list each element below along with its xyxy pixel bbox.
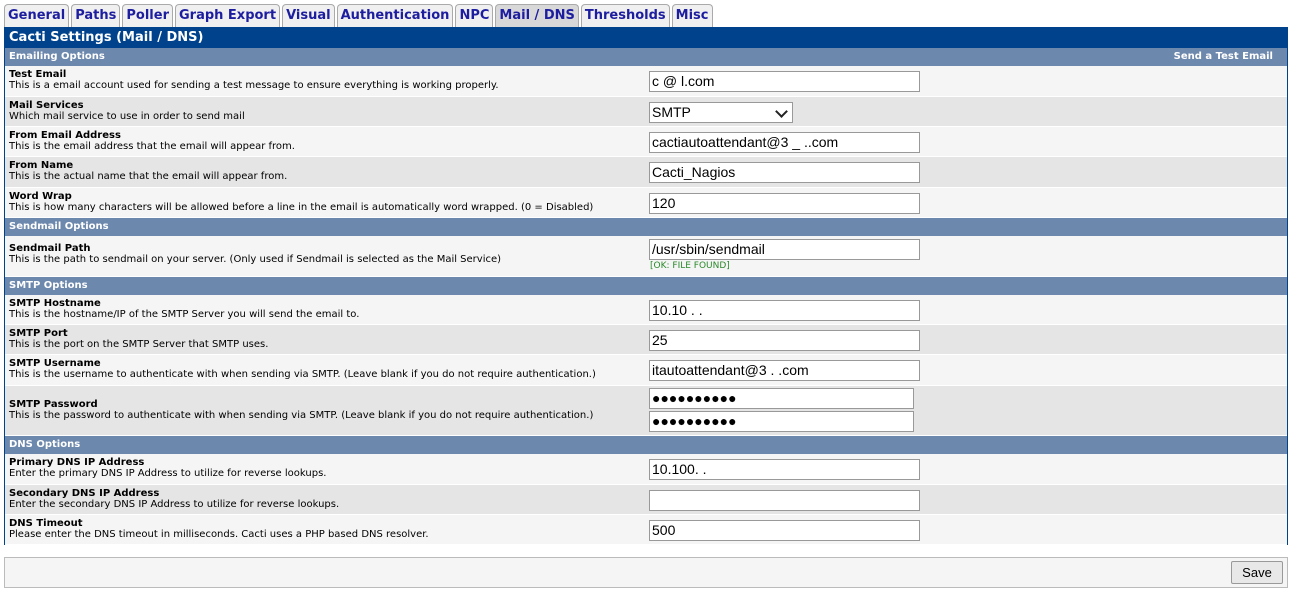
setting-row-dns-primary: Primary DNS IP Address Enter the primary … [5, 454, 1287, 485]
tab-visual[interactable]: Visual [282, 4, 335, 27]
field-description: Enter the secondary DNS IP Address to ut… [9, 499, 340, 510]
setting-row-dns-timeout: DNS Timeout Please enter the DNS timeout … [5, 515, 1287, 545]
tab-poller[interactable]: Poller [122, 4, 173, 27]
setting-label: SMTP Port This is the port on the SMTP Se… [9, 328, 268, 350]
field-description: This is the port on the SMTP Server that… [9, 339, 269, 350]
setting-row-dns-secondary: Secondary DNS IP Address Enter the second… [5, 485, 1287, 515]
setting-row-word-wrap: Word Wrap This is how many characters wil… [5, 188, 1287, 218]
section-smtp: SMTP Options [5, 277, 1287, 295]
setting-label: Secondary DNS IP Address Enter the second… [9, 488, 339, 510]
dns-secondary-input[interactable] [649, 489, 920, 511]
section-emailing: Emailing Options Send a Test Email [5, 48, 1287, 66]
file-status: [OK: FILE FOUND] [650, 261, 730, 271]
settings-panel: Cacti Settings (Mail / DNS) Emailing Opt… [4, 27, 1288, 545]
tab-authentication[interactable]: Authentication [336, 4, 454, 27]
field-name: Word Wrap [9, 191, 72, 202]
field-name: From Name [9, 160, 74, 171]
field-description: This is the password to authenticate wit… [9, 410, 594, 421]
setting-label: DNS Timeout Please enter the DNS timeout … [9, 518, 429, 540]
tab-general[interactable]: General [4, 4, 70, 27]
from-email-input[interactable]: cactiautoattendant@3 _ ..com [649, 131, 920, 153]
setting-row-smtp-host: SMTP Hostname This is the hostname/IP of … [5, 295, 1287, 325]
tab-thresholds[interactable]: Thresholds [580, 4, 670, 27]
smtp-password-confirm-input[interactable]: ●●●●●●●●●● [649, 411, 914, 432]
field-description: Which mail service to use in order to se… [9, 111, 245, 122]
setting-row-mail-services: Mail Services Which mail service to use i… [5, 97, 1287, 127]
settings-tabs: General Paths Poller Graph Export Visual… [4, 4, 713, 27]
smtp-host-input[interactable]: 10.10 . . [649, 299, 920, 321]
field-description: This is the actual name that the email w… [9, 171, 288, 182]
dns-timeout-input[interactable]: 500 [649, 519, 920, 541]
field-name: SMTP Port [9, 328, 68, 339]
save-bar: Save [4, 557, 1288, 588]
setting-label: SMTP Hostname This is the hostname/IP of … [9, 298, 359, 320]
smtp-port-input[interactable]: 25 [649, 329, 920, 351]
test-email-input[interactable]: c @ l.com [649, 71, 920, 92]
smtp-password-input[interactable]: ●●●●●●●●●● [649, 388, 914, 409]
field-description: This is the email address that the email… [9, 141, 295, 152]
setting-row-test-email: Test Email This is a email account used f… [5, 66, 1287, 97]
field-description: This is how many characters will be allo… [9, 202, 594, 213]
field-name: SMTP Hostname [9, 298, 101, 309]
setting-row-from-email: From Email Address This is the email addr… [5, 127, 1287, 157]
section-dns: DNS Options [5, 436, 1287, 454]
tab-mail-dns[interactable]: Mail / DNS [495, 4, 579, 27]
field-description: Enter the primary DNS IP Address to util… [9, 468, 327, 479]
setting-label: From Email Address This is the email addr… [9, 130, 295, 152]
from-name-input[interactable]: Cacti_Nagios [649, 162, 920, 183]
field-name: Secondary DNS IP Address [9, 488, 160, 499]
setting-label: Word Wrap This is how many characters wil… [9, 191, 593, 213]
section-sendmail: Sendmail Options [5, 218, 1287, 236]
smtp-user-input[interactable]: itautoattendant@3 . .com [649, 360, 920, 381]
setting-label: Primary DNS IP Address Enter the primary … [9, 457, 326, 479]
setting-label: SMTP Username This is the username to aut… [9, 358, 596, 380]
mail-services-select[interactable]: SMTP [649, 101, 793, 123]
field-description: This is the username to authenticate wit… [9, 369, 596, 380]
setting-row-from-name: From Name This is the actual name that th… [5, 157, 1287, 188]
field-name: SMTP Password [9, 399, 98, 410]
section-label: Emailing Options [9, 51, 105, 62]
setting-label: Sendmail Path This is the path to sendmai… [9, 243, 501, 265]
dns-primary-input[interactable]: 10.100. . [649, 459, 920, 480]
tab-misc[interactable]: Misc [671, 4, 713, 27]
word-wrap-input[interactable]: 120 [649, 192, 920, 214]
setting-label: From Name This is the actual name that th… [9, 160, 287, 182]
setting-row-sendmail-path: Sendmail Path This is the path to sendmai… [5, 236, 1287, 277]
send-test-email-link[interactable]: Send a Test Email [1174, 48, 1273, 66]
field-name: From Email Address [9, 130, 121, 141]
field-name: Primary DNS IP Address [9, 457, 145, 468]
setting-row-smtp-pass: SMTP Password This is the password to aut… [5, 386, 1287, 436]
field-name: Mail Services [9, 100, 84, 111]
field-description: This is a email account used for sending… [9, 80, 499, 91]
field-name: Sendmail Path [9, 243, 91, 254]
tab-graph-export[interactable]: Graph Export [174, 4, 281, 27]
field-description: This is the hostname/IP of the SMTP Serv… [9, 309, 360, 320]
setting-label: Test Email This is a email account used f… [9, 69, 499, 91]
tab-npc[interactable]: NPC [455, 4, 494, 27]
setting-row-smtp-port: SMTP Port This is the port on the SMTP Se… [5, 325, 1287, 355]
field-description: Please enter the DNS timeout in millisec… [9, 529, 429, 540]
setting-label: SMTP Password This is the password to aut… [9, 399, 593, 421]
tab-paths[interactable]: Paths [71, 4, 121, 27]
save-button[interactable]: Save [1231, 561, 1283, 584]
setting-label: Mail Services Which mail service to use i… [9, 100, 245, 122]
field-description: This is the path to sendmail on your ser… [9, 254, 502, 265]
field-name: SMTP Username [9, 358, 101, 369]
setting-row-smtp-user: SMTP Username This is the username to aut… [5, 355, 1287, 386]
sendmail-path-input[interactable]: /usr/sbin/sendmail [649, 239, 920, 260]
page-title: Cacti Settings (Mail / DNS) [5, 28, 1287, 48]
field-name: DNS Timeout [9, 518, 83, 529]
field-name: Test Email [9, 69, 67, 80]
